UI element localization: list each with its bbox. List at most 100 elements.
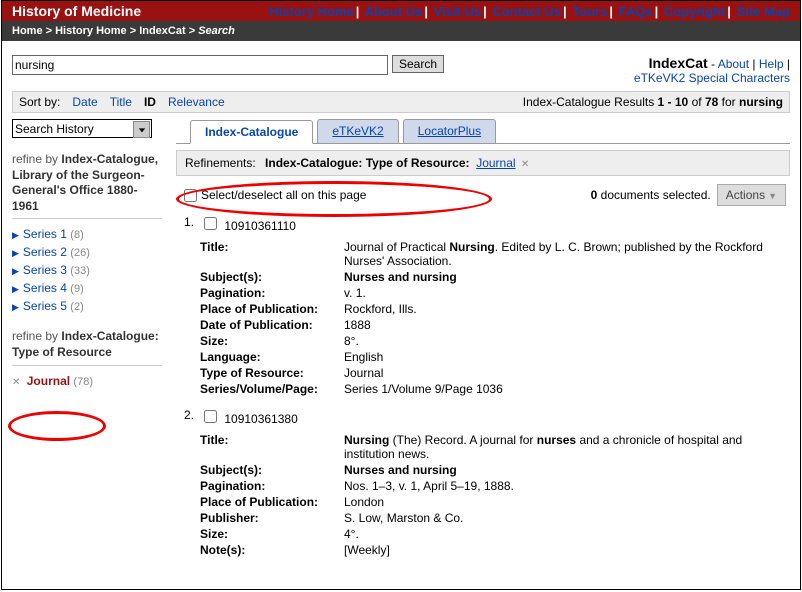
result-item: 1. 10910361110 Title:Journal of Practical…: [176, 214, 790, 397]
result-field-key: Type of Resource:: [200, 365, 344, 381]
nav-site-map[interactable]: Site Map: [737, 4, 790, 19]
result-field-value: [Weekly]: [344, 542, 790, 558]
nav-copyright[interactable]: Copyright: [664, 4, 725, 19]
result-field-value: 8°.: [344, 333, 790, 349]
select-all-label: Select/deselect all on this page: [201, 188, 366, 202]
result-field-value: Nurses and nursing: [344, 269, 790, 285]
result-field-key: Title:: [200, 432, 344, 462]
result-field-value: 4°.: [344, 526, 790, 542]
nav-about-us[interactable]: About Us: [365, 4, 423, 19]
crumb-history-home[interactable]: History Home: [55, 25, 127, 37]
result-id: 10910361110: [224, 219, 296, 233]
result-field-key: Language:: [200, 349, 344, 365]
special-chars-link[interactable]: eTKeVK2 Special Characters: [634, 71, 790, 85]
sort-by-label: Sort by:: [19, 95, 60, 109]
series-link[interactable]: Series 1: [23, 227, 67, 241]
tab-etkevk2[interactable]: eTKeVK2: [317, 119, 398, 143]
chevron-down-icon: [133, 121, 150, 138]
sidebar-series-item[interactable]: ▶ Series 1 (8): [12, 225, 162, 243]
series-count: (33): [70, 265, 90, 277]
series-link[interactable]: Series 2: [23, 245, 67, 259]
remove-refinement-icon[interactable]: ✕: [521, 159, 529, 170]
facet-journal-link[interactable]: Journal: [27, 374, 70, 388]
result-field-key: Publisher:: [200, 510, 344, 526]
result-field-value: Series 1/Volume 9/Page 1036: [344, 381, 790, 397]
breadcrumb: Home > History Home > IndexCat > Search: [2, 21, 800, 41]
series-count: (9): [70, 283, 83, 295]
sort-date[interactable]: Date: [72, 95, 97, 109]
result-number: 1.: [176, 214, 200, 397]
result-field-key: Series/Volume/Page:: [200, 381, 344, 397]
result-field-key: Title:: [200, 239, 344, 269]
result-field-value: 1888: [344, 317, 790, 333]
refinement-journal-link[interactable]: Journal: [476, 156, 515, 170]
facet-journal[interactable]: ✕ Journal (78): [12, 372, 162, 390]
remove-facet-icon[interactable]: ✕: [12, 377, 20, 388]
sidebar-series-item[interactable]: ▶ Series 3 (33): [12, 261, 162, 279]
crumb-indexcat[interactable]: IndexCat: [139, 25, 185, 37]
result-field-key: Pagination:: [200, 285, 344, 301]
facet-journal-count: (78): [73, 376, 93, 388]
sidebar-series-item[interactable]: ▶ Series 2 (26): [12, 243, 162, 261]
nav-faqs[interactable]: FAQs: [619, 4, 653, 19]
series-count: (8): [70, 229, 83, 241]
help-link[interactable]: Help: [759, 57, 784, 71]
sidebar-series-item[interactable]: ▶ Series 5 (2): [12, 297, 162, 315]
result-field-key: Note(s):: [200, 542, 344, 558]
nav-visit-us[interactable]: Visit Us: [434, 4, 481, 19]
result-field-value: Journal: [344, 365, 790, 381]
result-field-key: Size:: [200, 526, 344, 542]
result-field-key: Pagination:: [200, 478, 344, 494]
refinements-bar: Refinements: Index-Catalogue: Type of Re…: [176, 150, 790, 176]
result-checkbox[interactable]: [204, 410, 217, 423]
result-number: 2.: [176, 407, 200, 558]
sort-relevance[interactable]: Relevance: [168, 95, 225, 109]
result-field-value: London: [344, 494, 790, 510]
result-field-value: Rockford, Ills.: [344, 301, 790, 317]
triangle-icon: ▶: [12, 266, 19, 277]
sort-title[interactable]: Title: [110, 95, 132, 109]
series-link[interactable]: Series 3: [23, 263, 67, 277]
refine-head-2: refine by Index-Catalogue: Type of Resou…: [12, 329, 162, 360]
nav-tours[interactable]: Tours: [572, 4, 607, 19]
series-count: (2): [70, 301, 83, 313]
sort-id-active: ID: [144, 95, 156, 109]
search-right-links: IndexCat - About | Help | eTKeVK2 Specia…: [634, 55, 790, 85]
documents-selected: 0 documents selected.: [591, 188, 711, 202]
nav-contact-us[interactable]: Contact Us: [492, 4, 561, 19]
site-title: History of Medicine: [12, 3, 141, 19]
about-link[interactable]: About: [718, 57, 749, 71]
select-all-checkbox[interactable]: [184, 189, 197, 202]
actions-button[interactable]: Actions▼: [717, 184, 786, 206]
crumb-search: Search: [198, 25, 235, 37]
triangle-icon: ▶: [12, 302, 19, 313]
series-link[interactable]: Series 4: [23, 281, 67, 295]
result-field-key: Date of Publication:: [200, 317, 344, 333]
result-id: 10910361380: [224, 412, 297, 426]
result-checkbox[interactable]: [204, 217, 217, 230]
divider-2: [12, 365, 162, 366]
nav-history-home[interactable]: History Home: [269, 4, 354, 19]
refinements-text: Index-Catalogue: Type of Resource:: [265, 156, 469, 170]
triangle-icon: ▶: [12, 248, 19, 259]
tab-index-catalogue[interactable]: Index-Catalogue: [190, 120, 313, 144]
search-history-select[interactable]: Search History: [12, 119, 152, 138]
result-field-value: S. Low, Marston & Co.: [344, 510, 790, 526]
result-field-value: Nursing (The) Record. A journal for nurs…: [344, 432, 790, 462]
crumb-home[interactable]: Home: [12, 25, 43, 37]
triangle-icon: ▶: [12, 284, 19, 295]
refinements-label: Refinements:: [185, 156, 256, 170]
result-field-key: Subject(s):: [200, 269, 344, 285]
result-field-value: Journal of Practical Nursing. Edited by …: [344, 239, 790, 269]
tab-locatorplus[interactable]: LocatorPlus: [403, 119, 496, 143]
series-link[interactable]: Series 5: [23, 299, 67, 313]
result-field-key: Place of Publication:: [200, 494, 344, 510]
search-input[interactable]: [12, 55, 388, 75]
sidebar-series-item[interactable]: ▶ Series 4 (9): [12, 279, 162, 297]
series-count: (26): [70, 247, 90, 259]
divider-1: [12, 218, 162, 219]
search-button[interactable]: Search: [392, 55, 444, 73]
refine-head-1: refine by Index-Catalogue, Library of th…: [12, 152, 162, 214]
result-field-value: Nos. 1–3, v. 1, April 5–19, 1888.: [344, 478, 790, 494]
triangle-icon: ▶: [12, 230, 19, 241]
